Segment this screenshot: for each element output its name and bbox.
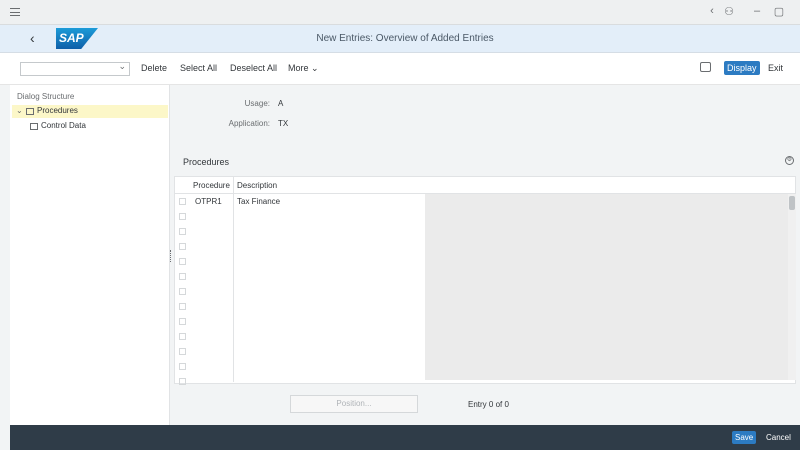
table-scrollbar[interactable] <box>788 194 796 380</box>
sap-window: ‹ ⚇ – ▢ ‹ SAP New Entries: Overview of A… <box>0 0 800 450</box>
row-select-checkbox[interactable] <box>179 198 186 205</box>
window-titlebar: ‹ ⚇ – ▢ <box>0 0 800 25</box>
col-description[interactable]: Description <box>237 181 277 190</box>
table-header: Procedure Description <box>175 177 795 194</box>
back-icon[interactable]: ‹ <box>705 5 719 17</box>
save-button[interactable]: Save <box>732 431 757 444</box>
more-label: More <box>288 63 309 73</box>
exit-button[interactable]: Exit <box>768 63 783 73</box>
maximize-icon[interactable]: ▢ <box>772 5 786 18</box>
col-procedure[interactable]: Procedure <box>193 181 230 190</box>
row-select-checkbox[interactable] <box>179 228 186 235</box>
row-select-checkbox[interactable] <box>179 318 186 325</box>
delete-button[interactable]: Delete <box>141 63 167 73</box>
panel-splitter[interactable] <box>170 250 172 262</box>
cell-description[interactable]: Tax Finance <box>237 197 280 206</box>
usage-label: Usage: <box>244 99 270 108</box>
folder-icon <box>30 123 38 130</box>
folder-icon <box>26 108 34 115</box>
scrollbar-thumb[interactable] <box>789 196 795 210</box>
expand-icon[interactable]: ⌄ <box>16 106 23 115</box>
procedures-section-title: Procedures <box>183 157 230 167</box>
row-select-checkbox[interactable] <box>179 348 186 355</box>
entry-counter: Entry 0 of 0 <box>468 400 509 409</box>
row-select-checkbox[interactable] <box>179 273 186 280</box>
panel-title: Dialog Structure <box>17 92 75 101</box>
more-button[interactable]: More ⌄ <box>288 63 319 74</box>
minimize-icon[interactable]: – <box>750 5 764 17</box>
row-select-checkbox[interactable] <box>179 378 186 385</box>
tree-node-label: Procedures <box>37 106 78 115</box>
user-icon[interactable]: ⚇ <box>722 5 736 18</box>
procedures-table: Procedure Description OTPR1 Tax Finance <box>174 176 796 385</box>
row-select-checkbox[interactable] <box>179 333 186 340</box>
usage-value: A <box>278 99 284 108</box>
row-select-checkbox[interactable] <box>179 243 186 250</box>
more-chevron-icon: ⌄ <box>311 63 319 73</box>
tree-node-procedures[interactable]: ⌄ Procedures <box>12 105 168 118</box>
footer-bar: Save Cancel <box>10 425 800 450</box>
tree-node-label: Control Data <box>41 121 86 130</box>
row-select-checkbox[interactable] <box>179 288 186 295</box>
cancel-button[interactable]: Cancel <box>763 431 794 444</box>
row-select-checkbox[interactable] <box>179 258 186 265</box>
display-button[interactable]: Display <box>724 61 760 75</box>
column-separator <box>233 177 234 382</box>
application-label: Application: <box>228 119 270 128</box>
application-value: TX <box>278 119 289 128</box>
chevron-down-icon: ⌄ <box>118 61 126 71</box>
cell-procedure[interactable]: OTPR1 <box>195 197 222 206</box>
settings-icon[interactable]: ⚙ <box>785 156 794 165</box>
dialog-structure-panel: Dialog Structure ⌄ Procedures Control Da… <box>10 85 170 425</box>
deselect-all-button[interactable]: Deselect All <box>230 63 277 73</box>
row-select-checkbox[interactable] <box>179 303 186 310</box>
hamburger-menu-icon[interactable] <box>10 8 20 16</box>
row-select-checkbox[interactable] <box>179 213 186 220</box>
table-empty-area <box>425 194 788 380</box>
printer-icon[interactable] <box>700 62 711 72</box>
shell-header: ‹ SAP New Entries: Overview of Added Ent… <box>0 25 800 53</box>
toolbar: ⌄ Delete Select All Deselect All More ⌄ … <box>0 53 800 85</box>
select-all-button[interactable]: Select All <box>180 63 217 73</box>
page-title: New Entries: Overview of Added Entries <box>316 33 494 44</box>
row-select-checkbox[interactable] <box>179 363 186 370</box>
position-button[interactable]: Position... <box>290 395 418 413</box>
view-select[interactable]: ⌄ <box>20 61 130 76</box>
